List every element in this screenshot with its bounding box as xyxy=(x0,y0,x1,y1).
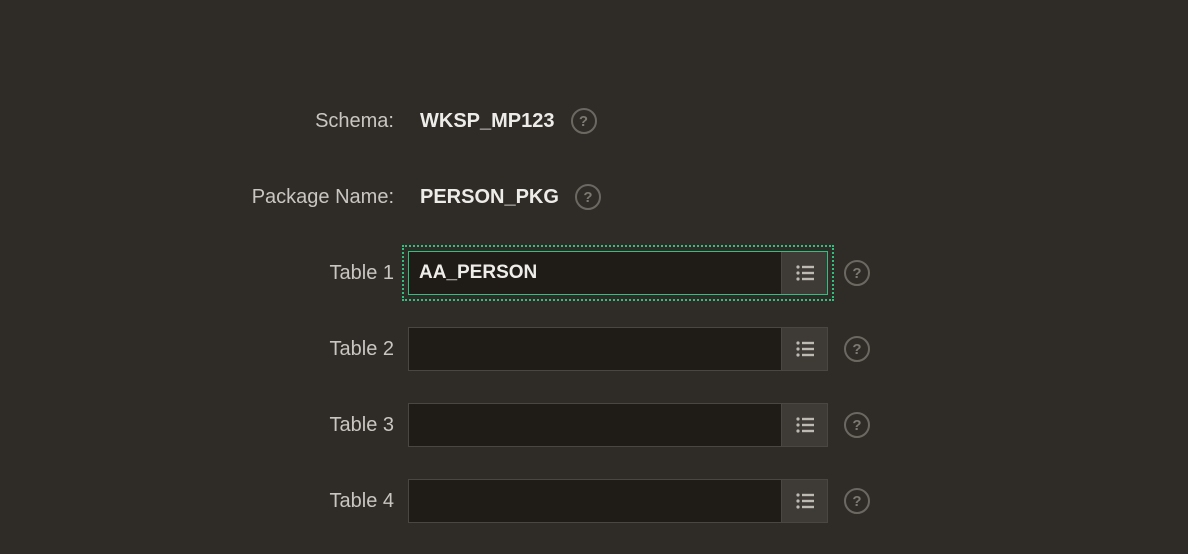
table-4-input[interactable] xyxy=(409,480,781,522)
help-table-2-button[interactable]: ? xyxy=(844,336,870,362)
table-1-label: Table 1 xyxy=(0,262,408,285)
row-table-4: Table 4 ? xyxy=(0,478,900,524)
table-1-input[interactable] xyxy=(409,252,781,294)
help-table-4-button[interactable]: ? xyxy=(844,488,870,514)
question-mark-icon: ? xyxy=(852,266,861,281)
question-mark-icon: ? xyxy=(579,114,588,129)
table-4-field: ? xyxy=(408,479,870,523)
table-2-field: ? xyxy=(408,327,870,371)
table-2-label: Table 2 xyxy=(0,338,408,361)
help-table-1-button[interactable]: ? xyxy=(844,260,870,286)
help-table-3-button[interactable]: ? xyxy=(844,412,870,438)
help-package-button[interactable]: ? xyxy=(575,184,601,210)
row-table-3: Table 3 ? xyxy=(0,402,900,448)
row-table-1: Table 1 ? xyxy=(0,250,900,296)
question-mark-icon: ? xyxy=(852,494,861,509)
row-schema: Schema: WKSP_MP123 ? xyxy=(0,98,900,144)
help-schema-button[interactable]: ? xyxy=(571,108,597,134)
table-1-field: ? xyxy=(408,251,870,295)
question-mark-icon: ? xyxy=(852,418,861,433)
schema-value: WKSP_MP123 xyxy=(408,110,555,133)
question-mark-icon: ? xyxy=(583,190,592,205)
table-3-combo xyxy=(408,403,828,447)
list-icon xyxy=(795,492,815,510)
table-3-field: ? xyxy=(408,403,870,447)
schema-label: Schema: xyxy=(0,110,408,133)
package-value: PERSON_PKG xyxy=(408,186,559,209)
table-3-list-button[interactable] xyxy=(781,404,827,446)
table-2-list-button[interactable] xyxy=(781,328,827,370)
table-1-combo xyxy=(408,251,828,295)
table-4-combo xyxy=(408,479,828,523)
package-label: Package Name: xyxy=(0,186,408,209)
list-icon xyxy=(795,416,815,434)
table-4-list-button[interactable] xyxy=(781,480,827,522)
table-1-list-button[interactable] xyxy=(781,252,827,294)
question-mark-icon: ? xyxy=(852,342,861,357)
list-icon xyxy=(795,264,815,282)
table-2-combo xyxy=(408,327,828,371)
table-3-label: Table 3 xyxy=(0,414,408,437)
form: Schema: WKSP_MP123 ? Package Name: PERSO… xyxy=(0,98,900,554)
row-package: Package Name: PERSON_PKG ? xyxy=(0,174,900,220)
table-4-label: Table 4 xyxy=(0,490,408,513)
list-icon xyxy=(795,340,815,358)
table-2-input[interactable] xyxy=(409,328,781,370)
table-3-input[interactable] xyxy=(409,404,781,446)
row-table-2: Table 2 ? xyxy=(0,326,900,372)
